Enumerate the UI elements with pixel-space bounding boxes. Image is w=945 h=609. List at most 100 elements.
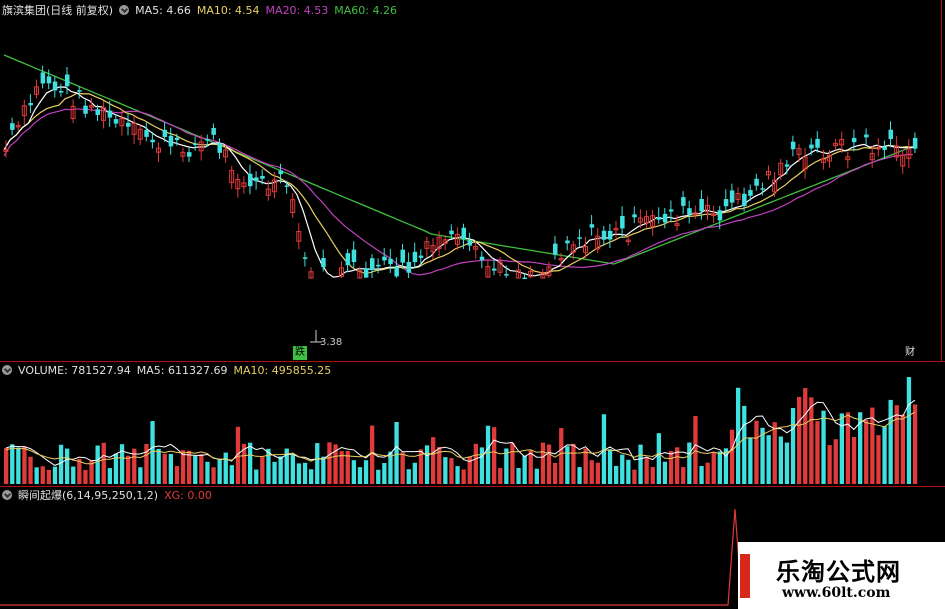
volume-bar xyxy=(351,460,356,484)
candle-down xyxy=(809,144,814,149)
volume-bar xyxy=(144,443,149,484)
volume-settings-dot-icon[interactable] xyxy=(2,365,12,375)
volume-bar xyxy=(126,455,131,484)
ma60-line xyxy=(3,54,914,265)
candle-down xyxy=(52,81,58,91)
volume-bar xyxy=(912,404,918,484)
volume-chart-pane[interactable]: VOLUME: 781527.94 MA5: 611327.69 MA10: 4… xyxy=(0,362,945,486)
volume-bar xyxy=(498,467,503,484)
volume-bar xyxy=(254,469,259,484)
ma20-label: MA20: xyxy=(265,3,301,17)
volume-bar xyxy=(784,442,790,484)
volume-bar xyxy=(864,419,869,484)
candle-down xyxy=(174,137,180,141)
low-price-annotation: 3.38 xyxy=(304,328,344,350)
indicator-header: 瞬间起爆(6,14,95,250,1,2) XG: 0.00 xyxy=(2,487,212,503)
candle-down xyxy=(851,137,857,143)
volume-bar xyxy=(101,442,106,484)
candle-down xyxy=(144,129,149,137)
indicator-settings-dot-icon[interactable] xyxy=(2,490,12,500)
candle-down xyxy=(40,72,46,84)
candle-down xyxy=(193,143,198,146)
candlestick-chart[interactable] xyxy=(0,0,945,361)
volume-bar xyxy=(46,469,51,484)
volume-ma5-label: MA5: xyxy=(136,363,165,377)
volume-bar xyxy=(309,469,314,484)
volume-bar xyxy=(382,463,387,484)
volume-bar xyxy=(412,462,417,484)
volume-bar xyxy=(839,413,844,484)
volume-bar xyxy=(851,436,857,484)
volume-bar xyxy=(58,444,64,484)
low-price-label: 3.38 xyxy=(320,337,343,348)
candle-down xyxy=(217,143,222,153)
volume-bar xyxy=(882,426,887,484)
candle-down xyxy=(95,109,100,116)
candle-down xyxy=(492,268,497,271)
candle-down xyxy=(467,240,473,246)
volume-bar xyxy=(906,377,912,484)
volume-bar xyxy=(492,427,497,484)
volume-bar xyxy=(888,399,893,484)
indicator-name: 瞬间起爆(6,14,95,250,1,2) xyxy=(18,489,159,502)
marker-die[interactable]: 跌 xyxy=(293,346,307,360)
volume-bar xyxy=(516,468,521,484)
volume-bar xyxy=(803,388,808,484)
volume-bar xyxy=(650,467,655,484)
volume-bar xyxy=(449,458,454,484)
volume-bar xyxy=(321,456,326,484)
volume-bar xyxy=(632,469,637,484)
candle-down xyxy=(28,102,33,106)
volume-bar xyxy=(729,429,735,484)
volume-bar xyxy=(821,410,826,484)
volume-header: VOLUME: 781527.94 MA5: 611327.69 MA10: 4… xyxy=(2,362,331,378)
volume-bar xyxy=(736,387,741,484)
candle-down xyxy=(620,215,625,229)
volume-bar xyxy=(406,469,411,484)
marker-cai[interactable]: 财 xyxy=(903,346,917,360)
candle-down xyxy=(577,237,582,239)
candle-down xyxy=(113,119,119,124)
volume-bar xyxy=(748,437,753,484)
volume-bar xyxy=(205,461,210,484)
candle-down xyxy=(83,105,88,114)
settings-dot-icon[interactable] xyxy=(119,5,130,15)
volume-bar xyxy=(400,452,405,484)
volume-bar xyxy=(571,443,576,484)
volume-bar xyxy=(766,435,771,484)
candle-down xyxy=(150,139,155,143)
volume-bar xyxy=(443,457,448,484)
candle-down xyxy=(345,253,351,266)
volume-bar xyxy=(461,469,466,484)
candle-down xyxy=(126,122,131,127)
period-label: (日线 前复权) xyxy=(46,4,114,17)
volume-chart[interactable] xyxy=(0,362,945,486)
volume-value: 781527.94 xyxy=(71,363,131,377)
ma10-value: 4.54 xyxy=(235,3,260,17)
volume-bar xyxy=(687,442,692,484)
volume-bar xyxy=(119,444,125,484)
candle-down xyxy=(882,146,887,150)
candle-down xyxy=(321,258,326,268)
volume-bar xyxy=(77,458,82,484)
volume-bar xyxy=(662,461,668,484)
candle-down xyxy=(46,76,52,84)
volume-bar xyxy=(10,444,15,484)
volume-ma10-label: MA10: xyxy=(233,363,269,377)
volume-bar xyxy=(845,412,851,484)
candle-down xyxy=(553,243,558,255)
volume-bar xyxy=(174,466,180,484)
candle-down xyxy=(388,258,393,265)
volume-bar xyxy=(778,436,783,484)
candle-down xyxy=(607,230,613,240)
volume-bar xyxy=(162,453,167,484)
price-chart-pane[interactable]: 旗滨集团 (日线 前复权) MA5: 4.66 MA10: 4.54 MA20: … xyxy=(0,0,945,361)
watermark-title: 乐淘公式网 xyxy=(776,558,901,586)
candle-down xyxy=(504,274,509,276)
volume-bar xyxy=(95,445,100,484)
volume-bar xyxy=(193,455,198,484)
volume-bar xyxy=(217,458,222,484)
volume-bar xyxy=(717,451,722,484)
volume-bar xyxy=(668,450,674,484)
candle-down xyxy=(370,258,375,270)
